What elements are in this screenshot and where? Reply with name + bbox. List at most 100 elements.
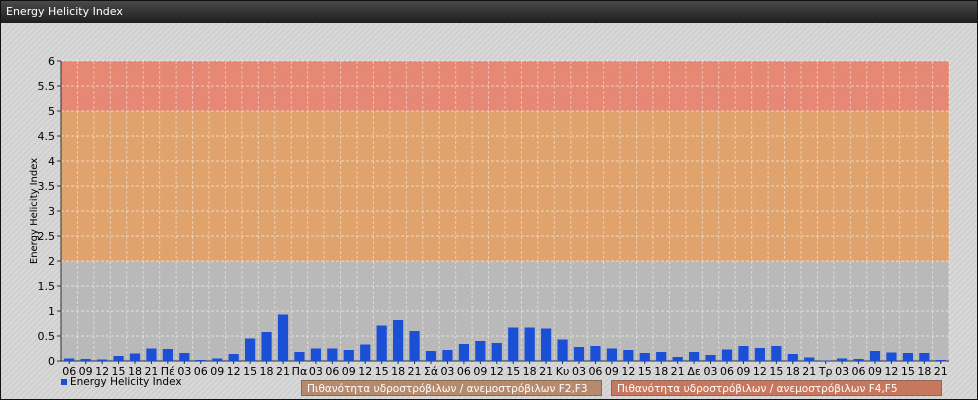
x-tick-label: 15 [638,365,652,378]
bar [425,351,437,361]
window-title: Energy Helicity Index [1,1,977,23]
y-tick-label: 1.5 [38,280,56,293]
y-tick-label: 3.5 [38,180,56,193]
bar [64,358,75,361]
bar [705,355,716,361]
bar [524,327,535,361]
bar [672,357,683,361]
y-tick-label: 0 [48,355,55,368]
x-tick-label: 09 [868,365,882,378]
bar [804,357,815,361]
x-tick-label: Δε [687,365,701,378]
x-tick-label: Σά [424,365,438,378]
bar [343,350,354,361]
x-tick-label: 18 [260,365,274,378]
bar [754,348,765,361]
y-tick-label: 3 [48,205,55,218]
series-legend[interactable]: Energy Helicity Index [61,376,182,388]
bar [606,348,617,361]
bar [689,352,700,361]
x-tick-label: 15 [506,365,520,378]
x-tick-label: 12 [490,365,504,378]
bar [310,348,321,361]
bar [820,360,831,361]
x-tick-label: 03 [440,365,454,378]
bar [721,349,733,361]
series-legend-label: Energy Helicity Index [70,376,182,388]
x-tick-label: 06 [852,365,866,378]
x-tick-label: 18 [654,365,668,378]
x-tick-label: 12 [884,365,898,378]
bar [557,339,568,361]
bar [639,353,650,361]
x-tick-label: 15 [769,365,783,378]
x-tick-label: 03 [835,365,849,378]
bar [442,350,453,361]
chart-window: Energy Helicity Index 0 0.5 1 1.5 2 2.5 3 3.5 4 4… [0,0,978,400]
x-tick-label: Κυ [556,365,570,378]
bar [886,352,897,361]
bar [360,344,371,361]
x-tick-label: 15 [901,365,915,378]
x-tick-label: 21 [408,365,422,378]
x-tick-label: 09 [210,365,224,378]
x-tick-label: 06 [588,365,602,378]
bar [179,353,190,361]
x-tick-label: 18 [523,365,537,378]
y-tick-label: 5 [48,105,55,118]
y-tick-label: 4.5 [38,130,56,143]
bar [146,348,157,361]
x-tick-label: 03 [309,365,323,378]
bar [129,353,141,361]
ehi-bar-chart: 0 0.5 1 1.5 2 2.5 3 3.5 4 4.5 5 5.5 6 Energy Helicity… [29,55,950,378]
x-tick-label: 03 [704,365,718,378]
y-tick-label: 5.5 [38,80,56,93]
bar [853,359,864,361]
bar [491,343,502,361]
bar [738,346,749,361]
x-tick-label: 09 [605,365,619,378]
x-tick-label: 18 [786,365,800,378]
bar [97,359,108,361]
x-tick-label: 06 [720,365,734,378]
x-tick-label: 15 [375,365,389,378]
chart-area: 0 0.5 1 1.5 2 2.5 3 3.5 4 4.5 5 5.5 6 Energy Helicity… [1,23,977,399]
bar [869,351,881,361]
bar [113,356,124,361]
x-tick-label: 06 [325,365,339,378]
band-legend-f2f3-label: Πιθανότητα υδροστρόβιλων / ανεμοστρόβιλω… [307,383,588,395]
band-legend-f2f3: Πιθανότητα υδροστρόβιλων / ανεμοστρόβιλω… [301,380,602,396]
bar [458,344,469,361]
x-tick-label: Πα [292,365,308,378]
x-tick-label: 09 [342,365,356,378]
bar [327,348,338,361]
y-tick-label: 0.5 [38,330,56,343]
bar [212,358,223,361]
x-tick-label: 21 [539,365,553,378]
bar [277,314,289,361]
y-tick-label: 2 [48,255,55,268]
bar [393,320,404,361]
bar [376,325,387,361]
x-tick-label: 21 [802,365,816,378]
bar [935,360,946,361]
bar [590,346,601,361]
bar [80,359,91,361]
bar [623,350,634,361]
bar [919,353,930,361]
x-tick-label: 09 [736,365,750,378]
bar [787,354,798,361]
x-tick-label: 12 [753,365,767,378]
bar [228,354,239,361]
bar [294,352,305,361]
bar [195,360,206,361]
bar [771,346,782,361]
x-tick-label: 06 [194,365,208,378]
x-tick-label: 21 [276,365,290,378]
bar [902,353,913,361]
bar [573,347,585,361]
bar [541,328,552,361]
x-tick-label: Τρ [818,365,833,378]
x-tick-label: 03 [572,365,586,378]
x-tick-label: 09 [473,365,487,378]
